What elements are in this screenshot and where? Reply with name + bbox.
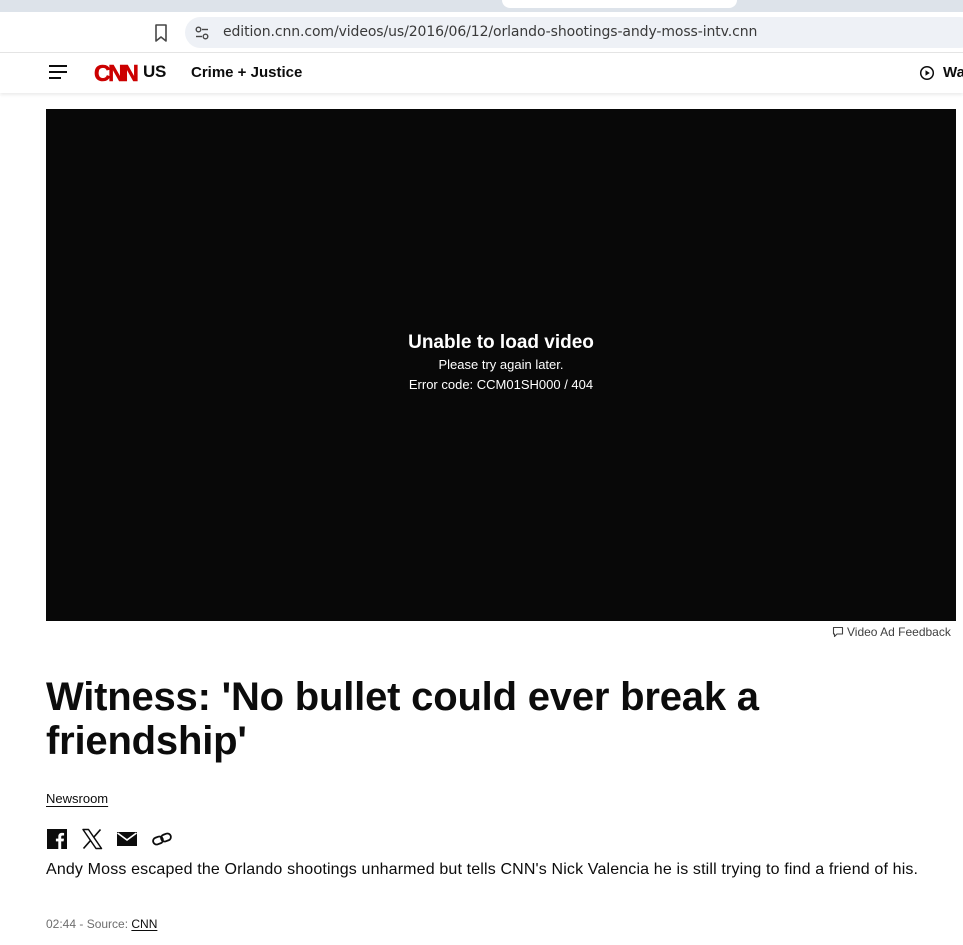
- hamburger-menu-icon[interactable]: [49, 65, 67, 79]
- address-bar[interactable]: edition.cnn.com/videos/us/2016/06/12/orl…: [185, 17, 963, 48]
- browser-tab-strip: [0, 0, 963, 12]
- video-meta: 02:44 - Source: CNN: [46, 917, 157, 931]
- edition-label[interactable]: US: [143, 62, 166, 82]
- video-error-retry-text: Please try again later.: [438, 357, 564, 372]
- page-title: Witness: 'No bullet could ever break a f…: [46, 675, 759, 763]
- svg-text:CNN: CNN: [94, 60, 138, 86]
- section-link-crime-justice[interactable]: Crime + Justice: [191, 64, 302, 81]
- video-error-message: Unable to load video Please try again la…: [46, 331, 956, 395]
- site-header: CNN US Crime + Justice Watch: [0, 53, 963, 93]
- browser-active-tab[interactable]: [502, 0, 737, 8]
- site-info-icon[interactable]: [194, 25, 210, 41]
- video-description: Andy Moss escaped the Orlando shootings …: [46, 861, 919, 878]
- x-icon[interactable]: [81, 828, 103, 850]
- link-icon[interactable]: [151, 828, 173, 850]
- browser-toolbar: edition.cnn.com/videos/us/2016/06/12/orl…: [0, 12, 963, 53]
- facebook-icon[interactable]: [46, 828, 68, 850]
- watch-link[interactable]: Watch: [919, 64, 963, 81]
- bookmark-icon[interactable]: [153, 23, 169, 43]
- ad-feedback-label: Video Ad Feedback: [847, 625, 951, 639]
- url-text: edition.cnn.com/videos/us/2016/06/12/orl…: [223, 24, 758, 40]
- video-error-title: Unable to load video: [408, 332, 594, 353]
- email-icon[interactable]: [116, 830, 138, 848]
- video-error-code: Error code: CCM01SH000 / 404: [408, 377, 594, 392]
- byline-link[interactable]: Newsroom: [46, 791, 108, 806]
- source-prefix: - Source:: [76, 917, 132, 931]
- watch-label: Watch: [943, 64, 963, 81]
- share-bar: [46, 828, 173, 850]
- cnn-logo[interactable]: CNN: [94, 60, 142, 86]
- video-ad-feedback-link[interactable]: Video Ad Feedback: [832, 625, 951, 639]
- source-link[interactable]: CNN: [131, 917, 157, 931]
- video-duration: 02:44: [46, 917, 77, 931]
- video-player[interactable]: Unable to load video Please try again la…: [46, 109, 956, 621]
- play-circle-icon: [919, 65, 935, 80]
- feedback-icon: [832, 626, 844, 638]
